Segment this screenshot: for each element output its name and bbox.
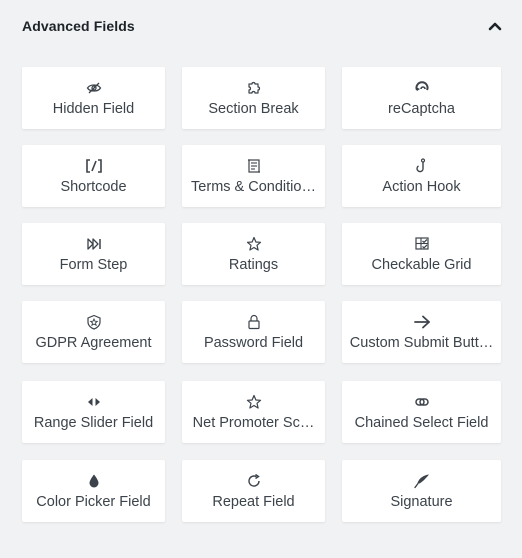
field-label: Signature bbox=[390, 493, 453, 510]
shortcode-icon bbox=[85, 158, 103, 174]
field-card-range-slider-field[interactable]: Range Slider Field bbox=[22, 381, 165, 443]
step-forward-icon bbox=[86, 236, 102, 252]
eye-slash-icon bbox=[86, 80, 102, 96]
star-icon bbox=[246, 394, 262, 410]
field-label: Terms & Conditio… bbox=[191, 178, 316, 195]
field-label: Custom Submit Butt… bbox=[349, 334, 494, 351]
star-icon bbox=[246, 236, 262, 252]
checklist-icon bbox=[414, 236, 430, 252]
field-card-net-promoter-score[interactable]: Net Promoter Sc… bbox=[182, 381, 325, 443]
advanced-fields-panel: Advanced Fields Hidden Field Section Bre… bbox=[0, 0, 522, 558]
field-card-repeat-field[interactable]: Repeat Field bbox=[182, 460, 325, 522]
field-card-recaptcha[interactable]: reCaptcha bbox=[342, 67, 501, 129]
field-label: Net Promoter Sc… bbox=[192, 414, 315, 431]
range-arrows-icon bbox=[86, 394, 102, 410]
field-card-checkable-grid[interactable]: Checkable Grid bbox=[342, 223, 501, 285]
field-card-custom-submit-button[interactable]: Custom Submit Butt… bbox=[342, 301, 501, 363]
field-label: reCaptcha bbox=[388, 100, 455, 117]
field-label: Range Slider Field bbox=[33, 414, 154, 431]
field-card-form-step[interactable]: Form Step bbox=[22, 223, 165, 285]
fields-grid: Hidden Field Section Break reCaptcha Sho… bbox=[22, 67, 501, 522]
scroll-icon bbox=[246, 158, 262, 174]
puzzle-icon bbox=[246, 80, 262, 96]
field-label: Action Hook bbox=[382, 178, 461, 195]
field-card-terms-conditions[interactable]: Terms & Conditio… bbox=[182, 145, 325, 207]
shield-icon bbox=[86, 314, 102, 330]
field-label: Section Break bbox=[208, 100, 299, 117]
field-label: Chained Select Field bbox=[354, 414, 489, 431]
field-label: Color Picker Field bbox=[36, 493, 151, 510]
link-icon bbox=[414, 394, 430, 410]
field-card-action-hook[interactable]: Action Hook bbox=[342, 145, 501, 207]
panel-header[interactable]: Advanced Fields bbox=[22, 14, 506, 38]
field-label: Checkable Grid bbox=[371, 256, 472, 273]
field-label: Ratings bbox=[228, 256, 279, 273]
field-card-chained-select-field[interactable]: Chained Select Field bbox=[342, 381, 501, 443]
arrow-right-icon bbox=[413, 314, 431, 330]
field-card-hidden-field[interactable]: Hidden Field bbox=[22, 67, 165, 129]
field-card-password-field[interactable]: Password Field bbox=[182, 301, 325, 363]
field-label: GDPR Agreement bbox=[35, 334, 152, 351]
field-label: Hidden Field bbox=[52, 100, 135, 117]
field-card-signature[interactable]: Signature bbox=[342, 460, 501, 522]
recaptcha-icon bbox=[414, 80, 430, 96]
field-card-section-break[interactable]: Section Break bbox=[182, 67, 325, 129]
feather-icon bbox=[413, 473, 431, 489]
field-label: Form Step bbox=[59, 256, 128, 273]
field-card-shortcode[interactable]: Shortcode bbox=[22, 145, 165, 207]
chevron-up-icon[interactable] bbox=[484, 15, 506, 37]
field-label: Repeat Field bbox=[212, 493, 295, 510]
field-label: Shortcode bbox=[60, 178, 127, 195]
lock-icon bbox=[247, 314, 261, 330]
field-card-ratings[interactable]: Ratings bbox=[182, 223, 325, 285]
field-card-color-picker-field[interactable]: Color Picker Field bbox=[22, 460, 165, 522]
repeat-icon bbox=[246, 473, 262, 489]
field-card-gdpr-agreement[interactable]: GDPR Agreement bbox=[22, 301, 165, 363]
droplet-icon bbox=[88, 473, 100, 489]
panel-title: Advanced Fields bbox=[22, 18, 135, 34]
field-label: Password Field bbox=[203, 334, 304, 351]
hook-icon bbox=[415, 157, 429, 174]
